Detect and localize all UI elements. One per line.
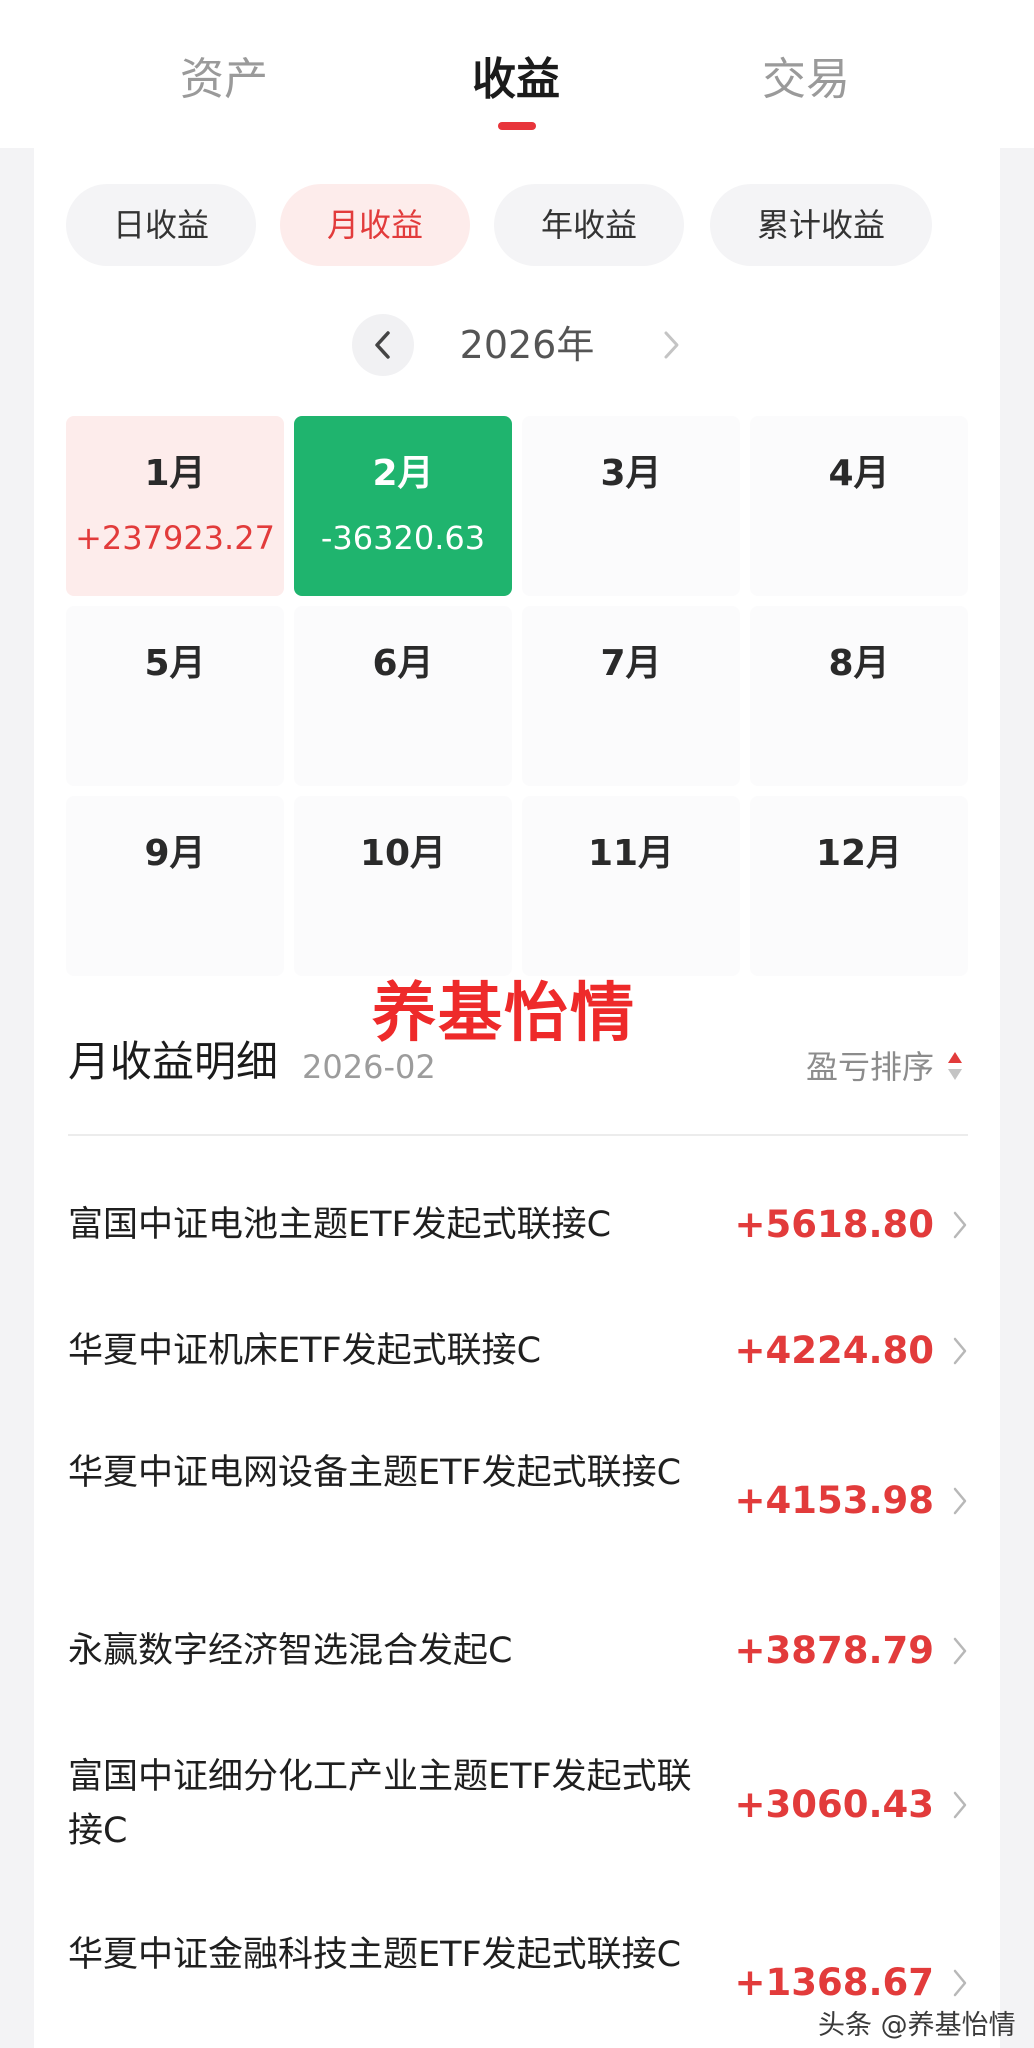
month-cell-mar[interactable]: 3月	[522, 416, 740, 596]
top-tab-bar: 资产 收益 交易	[0, 0, 1034, 148]
month-cell-nov[interactable]: 11月	[522, 796, 740, 976]
month-label: 12月	[815, 833, 903, 874]
segment-daily-label: 日收益	[112, 206, 209, 244]
section-divider	[68, 1134, 968, 1136]
detail-period: 2026-02	[302, 1048, 436, 1086]
year-navigator: 2026年	[34, 314, 1000, 384]
detail-section-title: 月收益明细	[68, 1037, 279, 1086]
sort-toggle-icon[interactable]	[946, 1050, 964, 1082]
fund-name: 华夏中证金融科技主题ETF发起式联接C	[68, 1935, 682, 1975]
month-label: 9月	[144, 833, 206, 874]
segment-yearly[interactable]: 年收益	[494, 184, 684, 266]
tab-earnings-label: 收益	[472, 54, 560, 105]
month-cell-jun[interactable]: 6月	[294, 606, 512, 786]
month-label: 6月	[372, 643, 434, 684]
next-year-button[interactable]	[640, 314, 702, 376]
previous-year-button[interactable]	[352, 314, 414, 376]
chevron-right-icon	[953, 1791, 967, 1819]
tab-trades[interactable]: 交易	[706, 50, 906, 110]
month-profit-value: +237923.27	[75, 519, 275, 557]
month-label: 10月	[359, 833, 447, 874]
month-label: 3月	[600, 453, 662, 494]
fund-row[interactable]: 华夏中证机床ETF发起式联接C +4224.80	[68, 1296, 968, 1404]
tab-assets-label: 资产	[180, 54, 268, 105]
segment-yearly-label: 年收益	[540, 206, 637, 244]
month-label: 1月	[144, 453, 206, 494]
month-profit-value: -36320.63	[320, 519, 486, 557]
fund-profit: +4153.98	[734, 1479, 934, 1522]
fund-row[interactable]: 永赢数字经济智选混合发起C +3878.79	[68, 1600, 968, 1708]
chevron-right-icon	[953, 1637, 967, 1665]
month-cell-may[interactable]: 5月	[66, 606, 284, 786]
month-label: 2月	[372, 453, 434, 494]
tab-earnings[interactable]: 收益	[416, 50, 616, 130]
fund-profit: +4224.80	[734, 1329, 934, 1372]
month-label: 4月	[828, 453, 890, 494]
fund-profit: +5618.80	[734, 1203, 934, 1246]
fund-name: 富国中证电池主题ETF发起式联接C	[68, 1205, 612, 1245]
fund-name: 华夏中证电网设备主题ETF发起式联接C	[68, 1453, 682, 1493]
fund-profit: +3878.79	[734, 1629, 934, 1672]
segment-cumulative-label: 累计收益	[756, 206, 885, 244]
platform-watermark: 头条 @养基怡情	[818, 2010, 1016, 2041]
fund-row[interactable]: 华夏中证电网设备主题ETF发起式联接C +4153.98	[68, 1422, 968, 1572]
earnings-card: 日收益 月收益 年收益 累计收益 2026年 1月 +237923.27 2月 …	[34, 148, 1000, 2048]
chevron-right-icon	[664, 331, 679, 359]
month-cell-dec[interactable]: 12月	[750, 796, 968, 976]
fund-name: 永赢数字经济智选混合发起C	[68, 1631, 513, 1671]
tab-trades-label: 交易	[762, 54, 850, 105]
month-cell-jul[interactable]: 7月	[522, 606, 740, 786]
fund-row[interactable]: 富国中证细分化工产业主题ETF发起式联接C +3060.43	[68, 1726, 968, 1876]
chevron-right-icon	[953, 1969, 967, 1997]
fund-row[interactable]: 富国中证电池主题ETF发起式联接C +5618.80	[68, 1170, 968, 1278]
month-cell-aug[interactable]: 8月	[750, 606, 968, 786]
segment-cumulative[interactable]: 累计收益	[710, 184, 932, 266]
month-cell-oct[interactable]: 10月	[294, 796, 512, 976]
month-label: 5月	[144, 643, 206, 684]
chevron-right-icon	[953, 1337, 967, 1365]
chevron-right-icon	[953, 1487, 967, 1515]
month-label: 11月	[587, 833, 675, 874]
fund-profit: +3060.43	[734, 1783, 934, 1826]
segment-monthly[interactable]: 月收益	[280, 184, 470, 266]
fund-name: 富国中证细分化工产业主题ETF发起式联接C	[68, 1757, 692, 1851]
segment-monthly-label: 月收益	[326, 206, 423, 244]
tab-assets[interactable]: 资产	[124, 50, 324, 110]
chevron-right-icon	[953, 1211, 967, 1239]
current-year: 2026年	[459, 323, 595, 367]
month-cell-sep[interactable]: 9月	[66, 796, 284, 976]
month-label: 8月	[828, 643, 890, 684]
segment-daily[interactable]: 日收益	[66, 184, 256, 266]
month-cell-feb[interactable]: 2月 -36320.63	[294, 416, 512, 596]
month-cell-apr[interactable]: 4月	[750, 416, 968, 596]
active-tab-indicator	[498, 122, 536, 130]
fund-profit: +1368.67	[734, 1961, 934, 2004]
profit-sort-button[interactable]: 盈亏排序	[806, 1042, 934, 1092]
chevron-left-icon	[375, 331, 390, 359]
fund-name: 华夏中证机床ETF发起式联接C	[68, 1331, 542, 1371]
month-cell-jan[interactable]: 1月 +237923.27	[66, 416, 284, 596]
month-label: 7月	[600, 643, 662, 684]
